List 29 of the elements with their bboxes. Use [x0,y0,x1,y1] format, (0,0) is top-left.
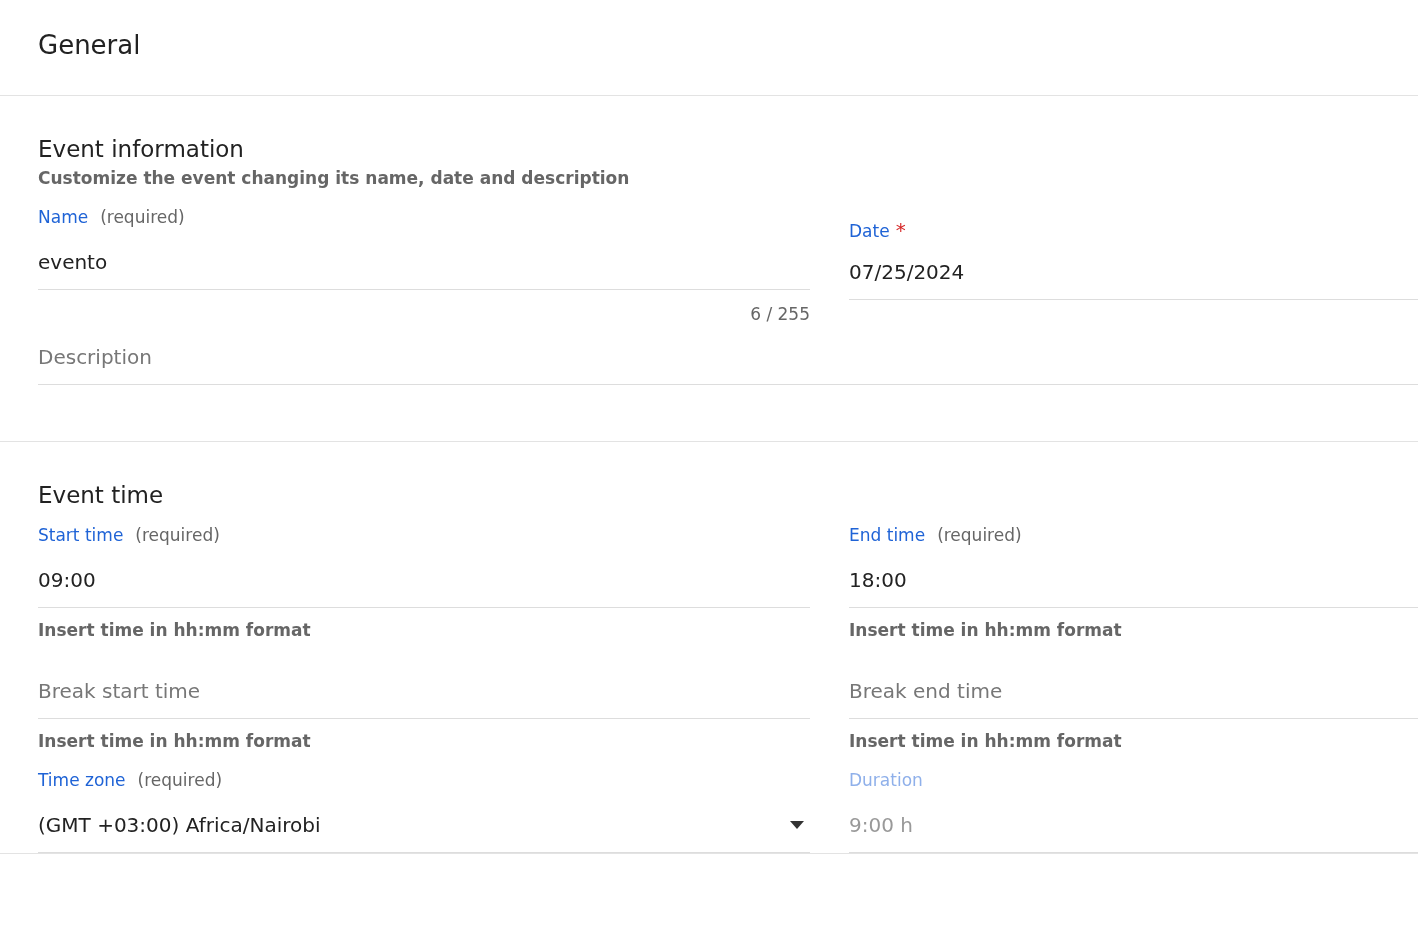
input-field[interactable]: Break end time [849,643,1418,719]
caret-icon [790,821,804,830]
section-title: Event time [38,481,165,510]
helper-text: Insert time in hh:mm format [849,619,1123,643]
field-label: Start time [38,524,124,548]
required-note: (required) [137,769,223,793]
input-field[interactable]: 18:00 [849,551,1418,609]
page-title: General [38,30,142,62]
section-subtitle: Customize the event changing its name, date and description [38,166,631,190]
field-label: End time [849,524,926,548]
helper-text: Insert time in hh:mm format [38,729,312,753]
field-label: Date [849,220,890,244]
section-title: Event information [38,136,245,164]
helper-text: Insert time in hh:mm format [849,729,1123,753]
date-field[interactable]: 07/25/2024 [849,243,1418,301]
character-counter: 6 / 255 [749,303,810,327]
input-field[interactable]: evento [38,233,810,291]
field-label: Duration [849,769,923,793]
description-field[interactable]: Description [38,327,1418,385]
time-zone-select[interactable]: (GMT +03:00) Africa/Nairobi [38,796,810,854]
input-field[interactable]: Break start time [38,643,810,719]
helper-text: Insert time in hh:mm format [38,619,312,643]
required-note: (required) [100,206,185,230]
required-note: (required) [937,524,1022,548]
required-mark: * [895,217,906,245]
field-label: Name [38,206,89,230]
required-note: (required) [135,524,220,548]
input-field[interactable]: 09:00 [38,551,810,609]
field-label: Time zone [38,769,126,793]
